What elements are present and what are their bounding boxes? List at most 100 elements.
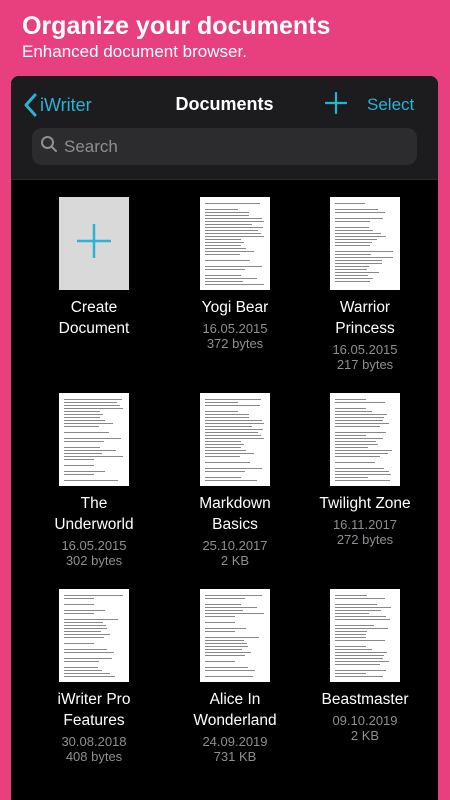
thumbnail-text-line xyxy=(335,444,378,445)
thumbnail-text-line xyxy=(335,462,375,463)
thumbnail-text-line xyxy=(205,661,235,662)
thumbnail-text-line xyxy=(205,275,241,276)
thumbnail-text-line xyxy=(64,411,100,412)
thumbnail-text-line xyxy=(205,212,249,213)
thumbnail-text-line xyxy=(205,402,238,403)
thumbnail-text-line xyxy=(335,625,374,626)
thumbnail-text-line xyxy=(64,625,106,626)
thumbnail-text-line xyxy=(335,598,385,599)
thumbnail-text-line xyxy=(205,604,241,605)
thumbnail-text-line xyxy=(205,215,249,216)
create-document-thumbnail xyxy=(59,197,129,290)
thumbnail-text-line xyxy=(335,203,365,204)
thumbnail-text-line xyxy=(335,432,386,433)
thumbnail-text-line xyxy=(335,616,386,617)
thumbnail-text-line xyxy=(335,613,369,614)
thumbnail-text-line xyxy=(335,251,393,252)
thumbnail-text-line xyxy=(335,236,386,237)
thumbnail-text-line xyxy=(64,613,94,614)
thumbnail-text-line xyxy=(205,595,262,596)
thumbnail-text-line xyxy=(335,646,366,647)
thumbnail-text-line xyxy=(335,637,366,638)
select-button[interactable]: Select xyxy=(367,95,414,115)
thumbnail-text-line xyxy=(335,242,372,243)
thumbnail-text-line xyxy=(335,471,389,472)
thumbnail-text-line xyxy=(205,239,241,240)
document-size: 302 bytes xyxy=(65,553,123,568)
thumbnail-text-line xyxy=(335,634,366,635)
thumbnail-text-line xyxy=(64,649,107,650)
thumbnail-text-line xyxy=(205,456,240,457)
thumbnail-text-line xyxy=(64,423,113,424)
thumbnail-text-line xyxy=(64,408,123,409)
search-icon xyxy=(40,135,58,158)
thumbnail-text-line xyxy=(335,275,368,276)
thumbnail-text-line xyxy=(335,468,384,469)
thumbnail-text-line xyxy=(205,281,243,282)
thumbnail-text-line xyxy=(335,655,384,656)
thumbnail-text-line xyxy=(205,266,262,267)
thumbnail-text-line xyxy=(205,646,248,647)
document-thumbnail xyxy=(200,197,270,290)
thumbnail-text-line xyxy=(64,658,112,659)
thumbnail-text-line xyxy=(335,661,389,662)
thumbnail-text-line xyxy=(64,420,105,421)
thumbnail-text-line xyxy=(64,453,102,454)
thumbnail-text-line xyxy=(64,456,123,457)
thumbnail-text-line xyxy=(205,432,258,433)
thumbnail-text-line xyxy=(205,655,245,656)
thumbnail-text-line xyxy=(335,414,387,415)
thumbnail-text-line xyxy=(205,227,263,228)
thumbnail-text-line xyxy=(205,616,235,617)
thumbnail-text-line xyxy=(335,420,383,421)
thumbnail-text-line xyxy=(335,610,381,611)
thumbnail-text-line xyxy=(335,670,386,671)
thumbnail-text-line xyxy=(205,468,262,469)
thumbnail-text-line xyxy=(205,221,264,222)
document-date: 16.11.2017 xyxy=(332,517,398,532)
thumbnail-text-line xyxy=(205,462,250,463)
thumbnail-text-line xyxy=(205,405,260,406)
document-size: 217 bytes xyxy=(336,357,394,372)
thumbnail-text-line xyxy=(205,670,255,671)
document-name: Beastmaster xyxy=(321,691,409,708)
thumbnail-text-line xyxy=(335,595,367,596)
thumbnail-text-line xyxy=(64,432,109,433)
thumbnail-text-line xyxy=(64,474,94,475)
search-input[interactable] xyxy=(64,136,384,157)
thumbnail-text-line xyxy=(335,402,385,403)
thumbnail-text-line xyxy=(205,414,249,415)
thumbnail-text-line xyxy=(335,676,383,677)
thumbnail-text-line xyxy=(335,664,380,665)
document-size: 2 KB xyxy=(220,553,250,568)
thumbnail-text-line xyxy=(64,447,100,448)
thumbnail-text-line xyxy=(205,426,252,427)
document-thumbnail xyxy=(330,589,400,682)
thumbnail-text-line xyxy=(335,417,384,418)
thumbnail-text-line xyxy=(335,673,366,674)
search-bar[interactable] xyxy=(32,128,417,165)
document-name: Alice In Wonderland xyxy=(193,691,277,729)
thumbnail-text-line xyxy=(64,441,104,442)
thumbnail-text-line xyxy=(64,667,98,668)
thumbnail-text-line xyxy=(205,598,245,599)
thumbnail-text-line xyxy=(335,272,379,273)
thumbnail-text-line xyxy=(205,233,261,234)
thumbnail-text-line xyxy=(205,399,261,400)
document-thumbnail xyxy=(200,393,270,486)
document-date: 16.05.2015 xyxy=(332,342,398,357)
thumbnail-text-line xyxy=(205,423,264,424)
document-size: 372 bytes xyxy=(206,336,264,351)
thumbnail-text-line xyxy=(64,661,99,662)
thumbnail-text-line xyxy=(335,649,372,650)
document-thumbnail xyxy=(330,197,400,290)
thumbnail-text-line xyxy=(335,230,373,231)
thumbnail-text-line xyxy=(64,595,123,596)
thumbnail-text-line xyxy=(64,405,120,406)
thumbnail-text-line xyxy=(64,604,94,605)
thumbnail-text-line xyxy=(205,640,244,641)
thumbnail-text-line xyxy=(335,604,377,605)
thumbnail-text-line xyxy=(335,450,392,451)
add-button[interactable] xyxy=(324,91,348,119)
thumbnail-text-line xyxy=(335,628,388,629)
